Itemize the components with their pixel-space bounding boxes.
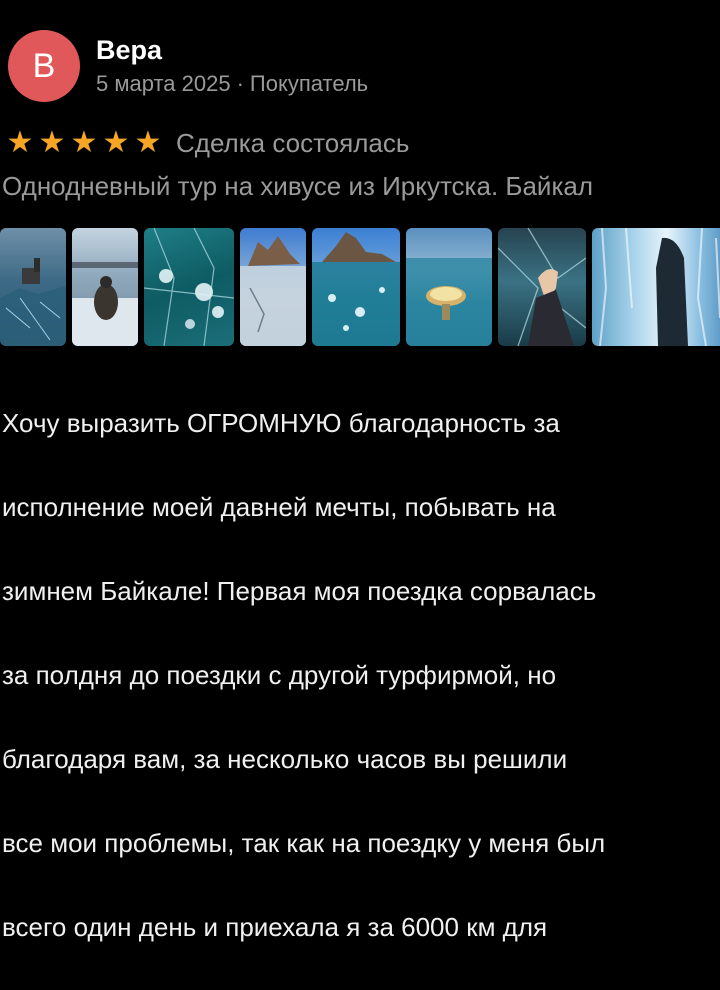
photo-shamanka-rock[interactable] <box>312 228 400 346</box>
review-text-line: за полдня до поездки с другой турфирмой,… <box>2 660 557 690</box>
review-text: Хочу выразить ОГРОМНУЮ благодарность за … <box>2 360 718 990</box>
meta-separator: · <box>236 71 244 96</box>
review-header: В Вера 5 марта 2025 · Покупатель <box>8 24 368 108</box>
star-icon: ★ <box>38 126 66 159</box>
author-meta: 5 марта 2025 · Покупатель <box>96 70 368 98</box>
review-text-line: исполнение моей давней мечты, побывать н… <box>2 492 556 522</box>
rating-row: ★ ★ ★ ★ ★ Сделка состоялась <box>6 124 410 162</box>
star-icon: ★ <box>6 126 34 159</box>
author-role: Покупатель <box>249 71 369 96</box>
photo-ice-bubbles[interactable] <box>144 228 234 346</box>
review-text-line: всего один день и приехала я за 6000 км … <box>2 912 548 942</box>
review-date: 5 марта 2025 <box>96 71 231 96</box>
star-icon: ★ <box>134 126 162 159</box>
review-text-line: Хочу выразить ОГРОМНУЮ благодарность за <box>2 408 560 438</box>
photo-ice-cave[interactable] <box>592 228 720 346</box>
photo-strip <box>0 228 720 346</box>
deal-status: Сделка состоялась <box>176 127 410 158</box>
photo-rock-on-ice[interactable] <box>240 228 306 346</box>
star-icon: ★ <box>102 126 130 159</box>
author-block: Вера 5 марта 2025 · Покупатель <box>96 30 368 102</box>
review-text-line: все мои проблемы, так как на поездку у м… <box>2 828 606 858</box>
tour-title[interactable]: Однодневный тур на хивусе из Иркутска. Б… <box>2 168 593 204</box>
photo-cup-on-ice[interactable] <box>406 228 492 346</box>
avatar[interactable]: В <box>8 30 80 102</box>
review-text-line: зимнем Байкале! Первая моя поездка сорва… <box>2 576 597 606</box>
star-rating: ★ ★ ★ ★ ★ <box>6 127 162 159</box>
author-name[interactable]: Вера <box>96 34 368 66</box>
photo-hand-over-ice[interactable] <box>498 228 586 346</box>
photo-person-on-ice[interactable] <box>72 228 138 346</box>
review-card: В Вера 5 марта 2025 · Покупатель ★ ★ ★ ★… <box>0 0 720 942</box>
photo-hovercraft-on-ice[interactable] <box>0 228 66 346</box>
review-text-line: благодаря вам, за несколько часов вы реш… <box>2 744 568 774</box>
star-icon: ★ <box>70 126 98 159</box>
